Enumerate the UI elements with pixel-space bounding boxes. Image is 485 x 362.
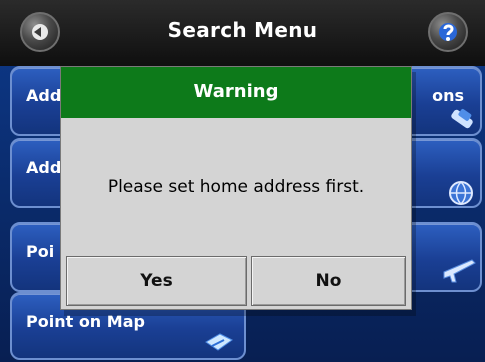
menu-tile-label: Add — [26, 158, 62, 177]
dialog-header: Warning — [61, 67, 411, 118]
warning-dialog: Warning Please set home address first. Y… — [60, 66, 412, 310]
menu-tile-label: Point on Map — [26, 312, 145, 331]
dialog-title: Warning — [193, 81, 279, 102]
map-pin-icon — [205, 333, 233, 351]
page-title: Search Menu — [167, 18, 318, 42]
yes-button[interactable]: Yes — [66, 256, 247, 306]
help-button[interactable] — [428, 12, 468, 52]
dialog-message: Please set home address first. — [107, 177, 365, 197]
yes-button-label: Yes — [140, 271, 173, 291]
help-icon — [439, 23, 457, 41]
car-icon — [451, 108, 473, 129]
menu-tile-label: Add — [26, 86, 62, 105]
header-bar: Search Menu — [0, 0, 485, 66]
no-button[interactable]: No — [251, 256, 406, 306]
menu-tile-label: Poi — [26, 242, 55, 261]
search-menu-screen: Search Menu Add ons Add Poi Point on Map… — [0, 0, 485, 362]
globe-icon — [449, 181, 473, 205]
airplane-icon — [443, 259, 476, 283]
menu-tile-label: ons — [432, 86, 464, 105]
no-button-label: No — [315, 271, 342, 291]
